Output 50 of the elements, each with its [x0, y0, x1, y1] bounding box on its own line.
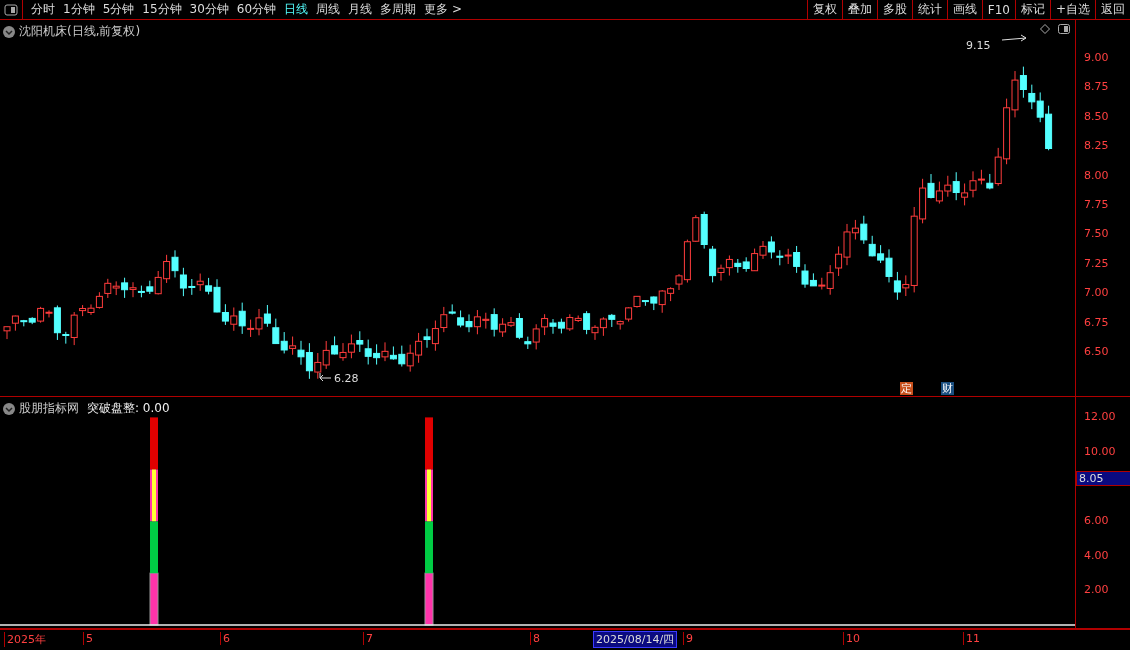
- date-label: 7: [363, 632, 373, 645]
- axis-label: 8.50: [1084, 109, 1109, 123]
- axis-label: 9.00: [1084, 51, 1109, 64]
- period-tab[interactable]: 30分钟: [185, 1, 233, 18]
- date-label: 6: [220, 632, 230, 645]
- panel-toggle-icon[interactable]: [1058, 24, 1070, 34]
- indicator-source: 股朋指标网: [19, 400, 79, 417]
- chevron-down-icon[interactable]: [3, 402, 15, 415]
- period-tab[interactable]: 5分钟: [98, 1, 139, 18]
- period-tab[interactable]: 多周期: [376, 1, 421, 18]
- axis-label: 6.00: [1084, 514, 1109, 527]
- event-badge[interactable]: 财: [941, 382, 954, 395]
- cursor-date: 2025/08/14/四: [593, 631, 678, 648]
- period-tab[interactable]: 分时: [27, 1, 59, 18]
- date-label: 8: [530, 632, 540, 645]
- axis-label: 8.00: [1084, 168, 1109, 182]
- period-tab[interactable]: 月线: [344, 1, 377, 18]
- axis-label: 7.50: [1084, 227, 1109, 241]
- axis-label: 6.50: [1084, 345, 1109, 358]
- indicator-name: 突破盘整: 0.00: [87, 400, 170, 417]
- high-price-label: 9.15: [966, 39, 991, 52]
- chevron-down-icon[interactable]: [3, 25, 15, 38]
- period-tab[interactable]: 日线: [280, 1, 313, 18]
- chart-title: 沈阳机床(日线,前复权): [19, 23, 141, 40]
- axis-label: 7.25: [1084, 256, 1109, 270]
- date-label: 10: [843, 632, 860, 645]
- axis-label: 7.75: [1084, 198, 1109, 211]
- axis-label: 8.75: [1084, 80, 1109, 94]
- event-badge[interactable]: 定: [900, 382, 913, 395]
- period-tab[interactable]: 60分钟: [232, 1, 281, 18]
- period-tab[interactable]: 15分钟: [138, 1, 186, 18]
- pointer-arrow-icon: [1001, 34, 1027, 42]
- axis-label: 2.00: [1084, 583, 1109, 596]
- date-label: 5: [83, 632, 93, 645]
- date-label: 2025年: [4, 632, 46, 647]
- axis-label: 8.25: [1084, 139, 1109, 153]
- low-price-label: 6.28: [334, 372, 359, 385]
- axis-label: 7.00: [1084, 286, 1109, 300]
- axis-label: 6.75: [1084, 315, 1109, 329]
- pointer-arrow-icon: [319, 372, 332, 382]
- diamond-icon[interactable]: [1040, 24, 1050, 34]
- date-label: 11: [963, 632, 980, 645]
- period-tab[interactable]: 1分钟: [59, 1, 99, 18]
- axis-label: 4.00: [1084, 549, 1109, 562]
- period-tab[interactable]: 周线: [312, 1, 345, 18]
- period-tab[interactable]: 更多 >: [420, 1, 466, 18]
- axis-label: 12.00: [1084, 410, 1116, 423]
- crosshair-value: 8.05: [1076, 471, 1130, 486]
- date-label: 9: [683, 632, 693, 645]
- axis-label: 10.00: [1084, 445, 1116, 458]
